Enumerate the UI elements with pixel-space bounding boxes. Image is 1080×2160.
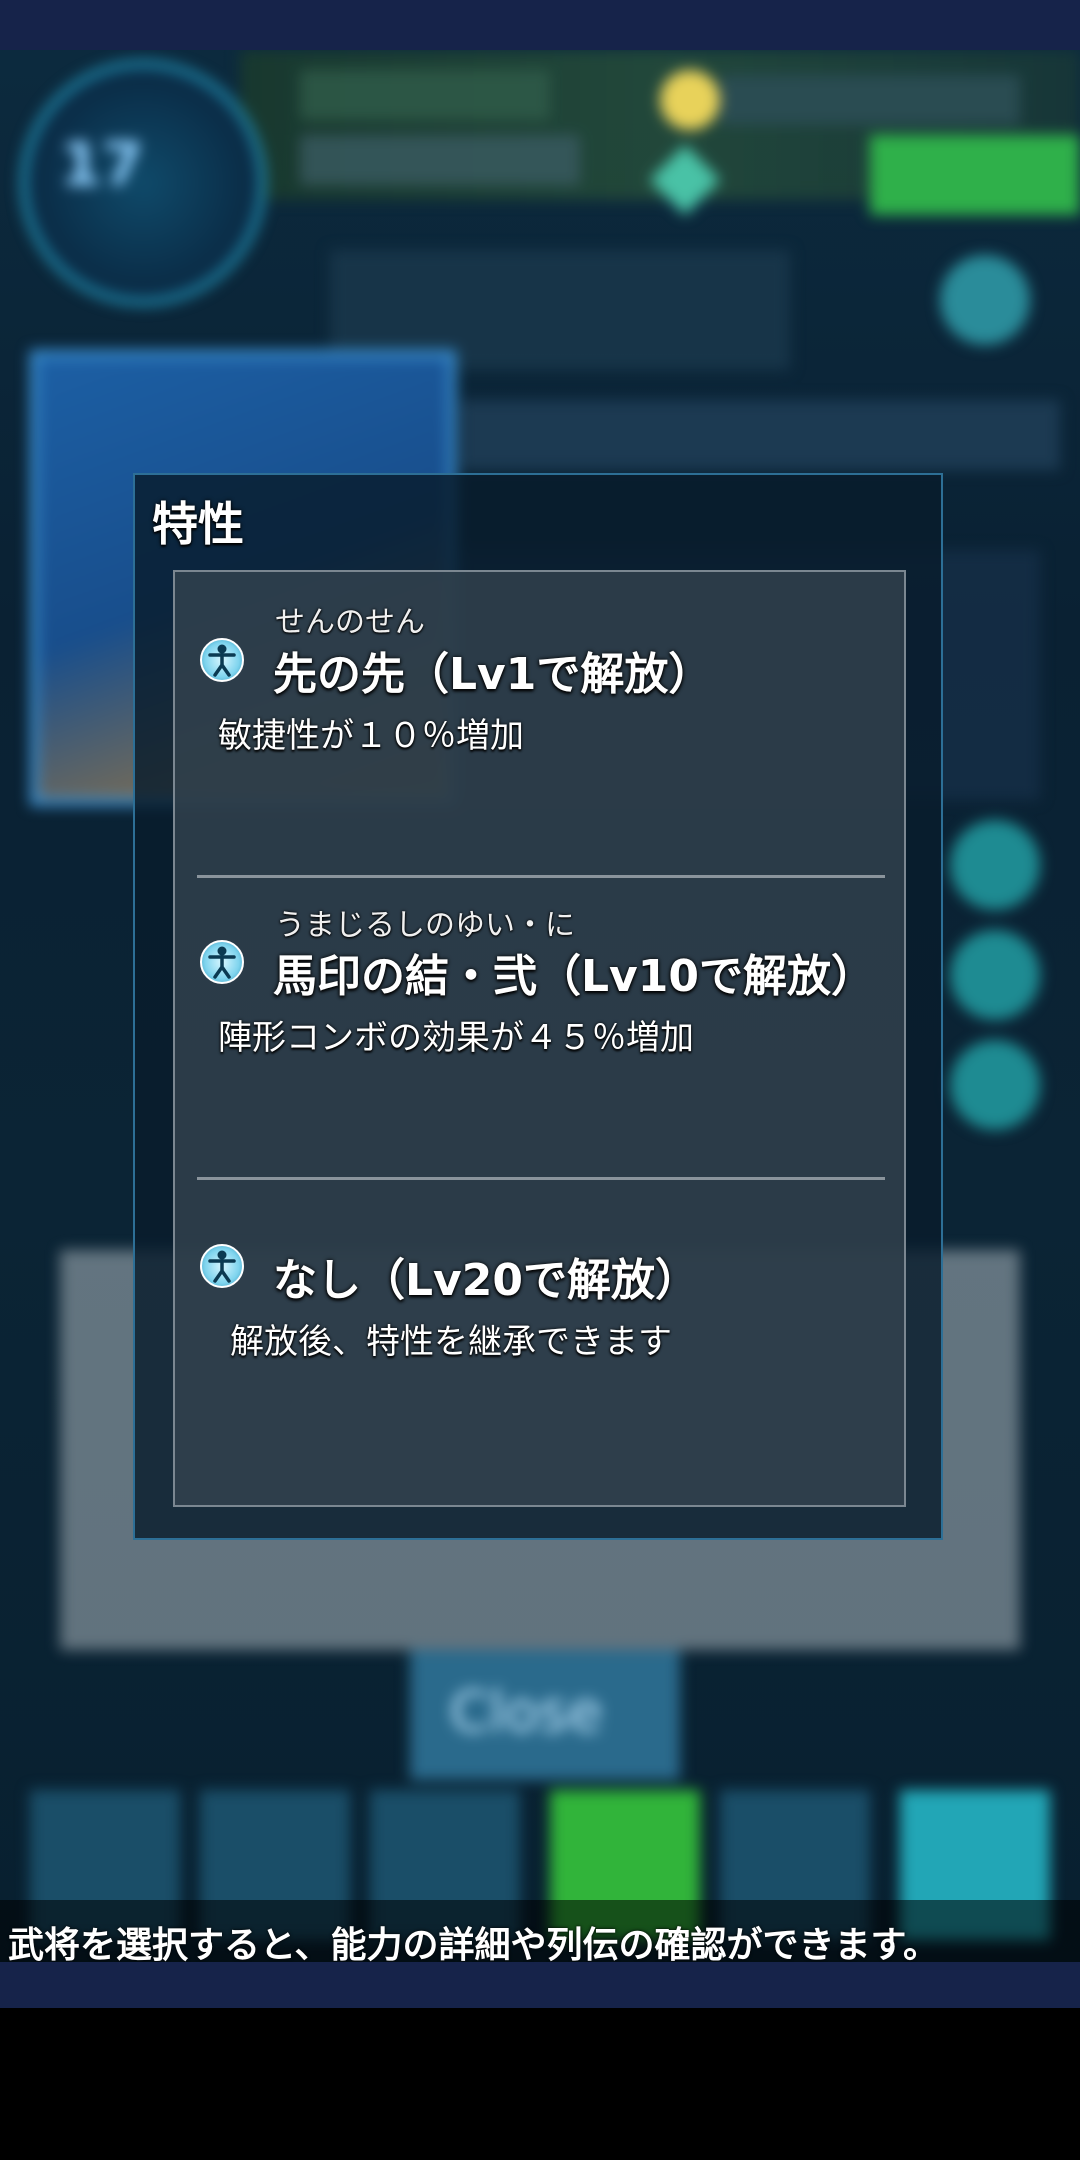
bottom-status-band — [0, 1962, 1080, 2008]
trait-2-ruby: うまじるしのゆい・に — [275, 908, 575, 943]
trait-3-description: 解放後、特性を継承できます — [230, 1322, 672, 1362]
hint-text: 武将を選択すると、能力の詳細や列伝の確認ができます。 — [8, 1925, 939, 1966]
purchase-button[interactable] — [870, 135, 1080, 215]
trait-figure-icon — [200, 940, 244, 984]
coin-icon — [660, 70, 720, 130]
trait-figure-icon — [200, 1244, 244, 1288]
trait-1-title: 先の先（Lv1で解放） — [273, 649, 713, 700]
player-level: 17 — [60, 130, 144, 200]
trait-1-ruby: せんのせん — [275, 605, 425, 640]
trait-2-title: 馬印の結・弐（Lv10で解放） — [273, 951, 875, 1002]
navigation-area — [0, 2008, 1080, 2160]
trait-1-description: 敏捷性が１０％増加 — [218, 716, 524, 756]
trait-divider — [197, 875, 885, 878]
dialog-title: 特性 — [152, 497, 244, 551]
trait-figure-icon — [200, 638, 244, 682]
trait-divider — [197, 1177, 885, 1180]
trait-2-description: 陣形コンボの効果が４５％増加 — [218, 1018, 694, 1058]
trait-3-title: なし（Lv20で解放） — [273, 1255, 699, 1306]
search-icon[interactable] — [940, 255, 1030, 345]
top-status-band — [0, 0, 1080, 50]
close-button-label: Close — [450, 1680, 603, 1745]
